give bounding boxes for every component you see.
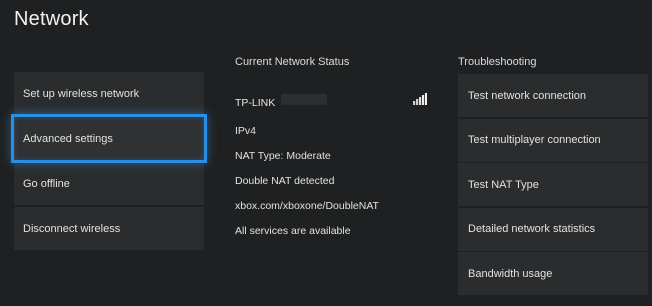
setup-wireless-network-label: Set up wireless network xyxy=(23,87,140,100)
advanced-settings-label: Advanced settings xyxy=(23,132,113,145)
double-nat-url-text: xbox.com/xboxone/DoubleNAT xyxy=(235,200,379,212)
troubleshooting-panel: Troubleshooting Test network connection … xyxy=(458,56,648,296)
network-menu: Set up wireless network Advanced setting… xyxy=(11,72,207,252)
go-offline-label: Go offline xyxy=(23,177,70,190)
nat-type-text: NAT Type: Moderate xyxy=(235,150,331,162)
network-name: TP-LINK xyxy=(235,97,276,109)
detailed-network-statistics-label: Detailed network statistics xyxy=(468,223,596,236)
detailed-network-statistics-button[interactable]: Detailed network statistics xyxy=(458,207,648,251)
bandwidth-usage-button[interactable]: Bandwidth usage xyxy=(458,252,648,296)
services-status-text: All services are available xyxy=(235,225,351,237)
status-header: Current Network Status xyxy=(235,56,350,68)
test-multiplayer-connection-button[interactable]: Test multiplayer connection xyxy=(458,118,648,162)
double-nat-text: Double NAT detected xyxy=(235,175,335,187)
ip-version-text: IPv4 xyxy=(235,125,257,137)
bandwidth-usage-label: Bandwidth usage xyxy=(468,267,553,280)
go-offline-button[interactable]: Go offline xyxy=(14,162,204,205)
disconnect-wireless-button[interactable]: Disconnect wireless xyxy=(14,207,204,250)
advanced-settings-button[interactable]: Advanced settings xyxy=(11,114,207,163)
disconnect-wireless-label: Disconnect wireless xyxy=(23,222,121,235)
network-name-redaction xyxy=(281,94,327,105)
test-network-connection-button[interactable]: Test network connection xyxy=(458,74,648,117)
current-network-status-panel: Current Network Status TP-LINK IPv4 NAT … xyxy=(235,56,435,237)
test-multiplayer-connection-label: Test multiplayer connection xyxy=(468,134,601,147)
troubleshooting-list: Test network connection Test multiplayer… xyxy=(458,74,648,297)
test-nat-type-button[interactable]: Test NAT Type xyxy=(458,163,648,207)
page-title: Network xyxy=(14,8,89,30)
troubleshooting-header: Troubleshooting xyxy=(458,56,537,68)
status-details: IPv4 NAT Type: Moderate Double NAT detec… xyxy=(235,124,379,249)
test-network-connection-label: Test network connection xyxy=(468,89,587,102)
wifi-signal-bars-icon xyxy=(413,93,427,105)
setup-wireless-network-button[interactable]: Set up wireless network xyxy=(14,72,204,115)
test-nat-type-label: Test NAT Type xyxy=(468,178,539,191)
network-name-row: TP-LINK xyxy=(235,93,435,109)
